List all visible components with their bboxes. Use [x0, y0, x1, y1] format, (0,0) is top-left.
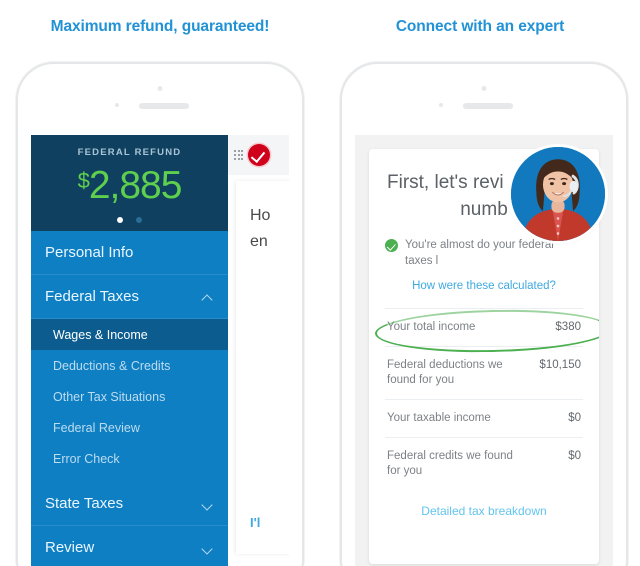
sidebar-subitem-label: Deductions & Credits — [53, 358, 171, 373]
row-amount: $0 — [568, 450, 581, 462]
table-row[interactable]: Your total income $380 — [385, 308, 583, 347]
screenshot-root: Maximum refund, guaranteed! Connect with… — [0, 0, 640, 566]
sidebar-subitem-label: Wages & Income — [53, 327, 148, 342]
sidebar-subitem-label: Other Tax Situations — [53, 389, 166, 404]
left-phone-frame: FEDERAL REFUND $2,885 Personal Info Fede… — [16, 62, 304, 566]
federal-refund-label: FEDERAL REFUND — [77, 147, 182, 158]
front-camera-icon — [157, 86, 163, 91]
content-heading-line-1: Ho — [250, 207, 271, 224]
content-card: Ho en I'l — [236, 181, 289, 554]
front-camera-icon — [481, 86, 487, 91]
currency-symbol: $ — [77, 168, 90, 193]
federal-refund-card: FEDERAL REFUND $2,885 — [31, 135, 228, 231]
row-label: Your total income — [387, 321, 476, 333]
right-phone-frame: First, let's revi numb You're almost do … — [340, 62, 628, 566]
sidebar-nav: Personal Info Federal Taxes Wages & Inco… — [31, 231, 228, 566]
row-amount: $380 — [555, 321, 581, 333]
federal-refund-amount: $2,885 — [31, 158, 228, 209]
carousel-dot-1[interactable] — [117, 217, 124, 223]
content-topbar — [228, 135, 289, 175]
review-status-line-1: You're almost do — [405, 239, 490, 251]
sidebar-subitem-label: Federal Review — [53, 420, 140, 435]
grid-dots-icon[interactable] — [234, 150, 243, 160]
chevron-down-icon — [202, 498, 214, 510]
review-status-text: You're almost do your federal taxes l — [405, 237, 583, 269]
left-phone-screen: FEDERAL REFUND $2,885 Personal Info Fede… — [31, 135, 289, 566]
sidebar-item-label: Personal Info — [45, 244, 134, 261]
green-check-icon — [385, 239, 398, 252]
chevron-down-icon — [202, 542, 214, 554]
red-check-badge-icon — [248, 144, 270, 166]
sidebar-item-state-taxes[interactable]: State Taxes — [31, 482, 228, 526]
expert-avatar-photo — [511, 147, 605, 241]
sidebar-subitem-error-check[interactable]: Error Check — [31, 443, 228, 474]
table-row[interactable]: Your taxable income $0 — [385, 400, 583, 438]
earpiece-speaker-icon — [139, 103, 189, 109]
expert-avatar[interactable] — [511, 147, 605, 241]
content-heading-line-2: en — [250, 233, 268, 250]
sidebar-subitem-deductions-credits[interactable]: Deductions & Credits — [31, 350, 228, 381]
sidebar-item-federal-taxes[interactable]: Federal Taxes — [31, 275, 228, 319]
tax-summary-rows: Your total income $380 Federal deduction… — [374, 307, 599, 490]
earpiece-speaker-icon — [463, 103, 513, 109]
detailed-tax-breakdown-link[interactable]: Detailed tax breakdown — [369, 504, 599, 518]
sidebar-item-label: Review — [45, 539, 95, 556]
content-heading: Ho en — [236, 181, 289, 255]
row-amount: $0 — [568, 412, 581, 424]
refund-value: 2,885 — [88, 164, 183, 207]
right-phone-screen: First, let's revi numb You're almost do … — [355, 135, 613, 566]
content-link[interactable]: I'l — [250, 515, 260, 530]
left-caption: Maximum refund, guaranteed! — [50, 18, 270, 35]
sidebar: FEDERAL REFUND $2,885 Personal Info Fede… — [31, 135, 228, 566]
content-pane: Ho en I'l — [228, 135, 289, 566]
sidebar-item-label: State Taxes — [45, 495, 124, 512]
review-status: You're almost do your federal taxes l — [385, 237, 583, 269]
row-label: Federal credits we found for you — [387, 450, 513, 477]
sidebar-subitem-other-tax-situations[interactable]: Other Tax Situations — [31, 381, 228, 412]
carousel-dot-2[interactable] — [135, 217, 142, 223]
sidebar-item-personal-info[interactable]: Personal Info — [31, 231, 228, 275]
review-title-line-1: First, let's revi — [387, 172, 504, 193]
table-row[interactable]: Federal deductions we found for you $10,… — [385, 347, 583, 400]
proximity-sensor-icon — [115, 103, 119, 107]
row-label: Your taxable income — [387, 412, 491, 424]
sidebar-item-label: Federal Taxes — [45, 288, 139, 305]
sidebar-subitem-federal-review[interactable]: Federal Review — [31, 412, 228, 443]
carousel-dots[interactable] — [31, 210, 228, 228]
row-amount: $10,150 — [539, 359, 581, 371]
row-label: Federal deductions we found for you — [387, 359, 503, 386]
review-screen: First, let's revi numb You're almost do … — [355, 135, 613, 566]
chevron-up-icon — [202, 291, 214, 303]
sidebar-subitem-wages-income[interactable]: Wages & Income — [31, 319, 228, 350]
right-caption: Connect with an expert — [395, 18, 565, 35]
proximity-sensor-icon — [439, 103, 443, 107]
sidebar-subitem-label: Error Check — [53, 451, 120, 466]
how-calculated-link[interactable]: How were these calculated? — [369, 280, 599, 292]
table-row[interactable]: Federal credits we found for you $0 — [385, 438, 583, 490]
sidebar-item-review[interactable]: Review — [31, 526, 228, 566]
tax-app: FEDERAL REFUND $2,885 Personal Info Fede… — [31, 135, 289, 566]
